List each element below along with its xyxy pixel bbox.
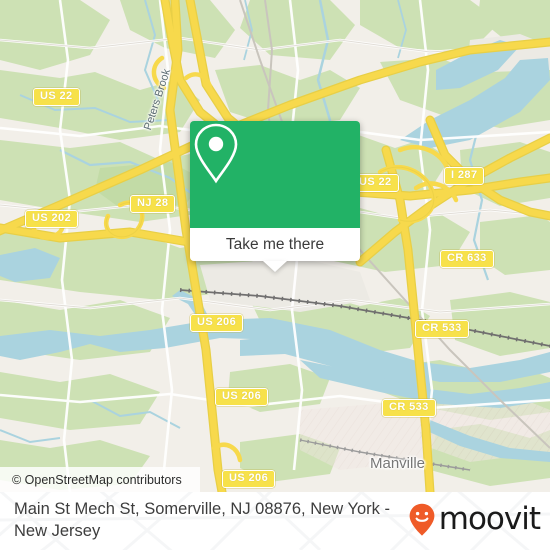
place-label-manville: Manville <box>370 455 426 472</box>
road-shield-i287[interactable]: I 287 <box>444 167 485 185</box>
popup-pointer <box>263 261 287 272</box>
moovit-smiley-pin-icon <box>409 503 435 536</box>
moovit-map-screenshot: Peters Brook Manville US 22 US 202 NJ 28… <box>0 0 550 550</box>
road-shield-us206-lower[interactable]: US 206 <box>222 470 276 488</box>
map-canvas[interactable]: Peters Brook Manville US 22 US 202 NJ 28… <box>0 0 550 492</box>
popup-card-header <box>190 121 360 228</box>
footer-bar: Main St Mech St, Somerville, NJ 08876, N… <box>0 492 550 550</box>
road-shield-us206-mid[interactable]: US 206 <box>215 388 269 406</box>
osm-attribution-label: © OpenStreetMap contributors <box>12 472 182 487</box>
road-shield-cr633[interactable]: CR 633 <box>440 250 494 268</box>
map-pin-icon <box>194 123 238 184</box>
location-address: Main St Mech St, Somerville, NJ 08876, N… <box>14 500 390 540</box>
moovit-logo[interactable]: moovit <box>409 501 541 537</box>
road-shield-us202[interactable]: US 202 <box>25 210 79 228</box>
road-shield-cr533-upper[interactable]: CR 533 <box>415 320 469 338</box>
road-shield-cr533-lower[interactable]: CR 533 <box>382 399 436 417</box>
take-me-there-label: Take me there <box>225 235 325 253</box>
take-me-there-button[interactable]: Take me there <box>190 228 360 272</box>
road-shield-us206-upper[interactable]: US 206 <box>190 314 244 332</box>
moovit-wordmark: moovit <box>438 501 541 537</box>
road-shield-nj28[interactable]: NJ 28 <box>130 195 176 213</box>
location-popup-card[interactable]: Take me there <box>190 121 360 272</box>
road-shield-us22-west[interactable]: US 22 <box>33 88 80 106</box>
osm-attribution[interactable]: © OpenStreetMap contributors <box>0 467 200 492</box>
